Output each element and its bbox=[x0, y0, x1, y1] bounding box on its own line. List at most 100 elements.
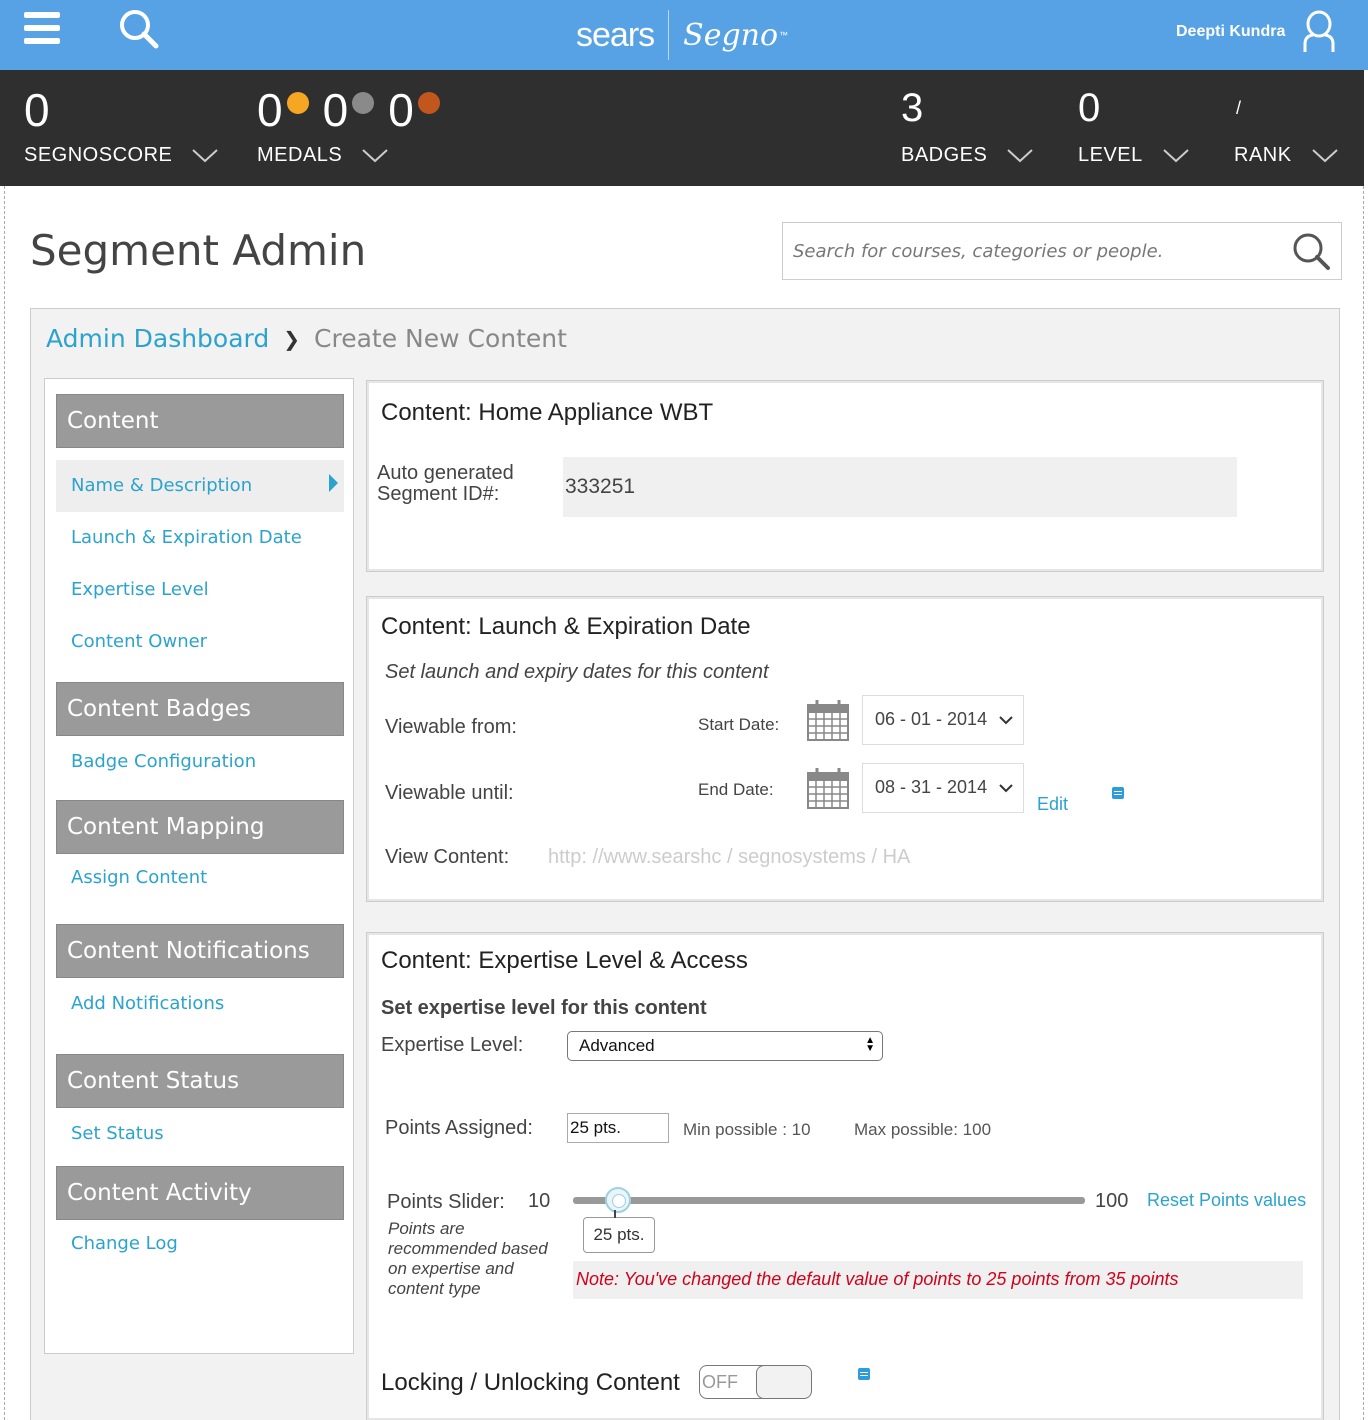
slider-help-text: Points are recommended based on expertis… bbox=[388, 1219, 548, 1299]
search-icon[interactable] bbox=[1291, 231, 1331, 271]
chevron-down-icon bbox=[999, 784, 1013, 793]
search-input[interactable] bbox=[793, 235, 1283, 267]
points-change-note: Note: You've changed the default value o… bbox=[573, 1261, 1303, 1299]
points-assigned-input[interactable] bbox=[567, 1113, 669, 1143]
end-date-label: End Date: bbox=[698, 780, 774, 799]
viewable-from-label: Viewable from: bbox=[385, 716, 517, 738]
comment-icon[interactable] bbox=[1112, 787, 1124, 799]
user-profile-icon[interactable] bbox=[1302, 10, 1336, 54]
segnoscore-value: 0 bbox=[24, 84, 50, 136]
comment-icon[interactable] bbox=[858, 1368, 870, 1380]
calendar-icon[interactable] bbox=[807, 767, 849, 809]
slider-min-value: 10 bbox=[528, 1190, 551, 1212]
sidebar-item-expertise-level[interactable]: Expertise Level bbox=[56, 564, 344, 616]
locking-toggle[interactable]: OFF bbox=[699, 1365, 812, 1399]
gold-medal-icon bbox=[286, 92, 309, 114]
breadcrumb-current: Create New Content bbox=[314, 324, 567, 353]
top-navigation-bar: sears Segno ™ Deepti Kundra bbox=[0, 0, 1368, 70]
segment-id-value: 333251 bbox=[563, 457, 1237, 517]
start-date-value: 06 - 01 - 2014 bbox=[875, 709, 988, 729]
card-title: Content: Home Appliance WBT bbox=[381, 399, 714, 426]
breadcrumb-admin-dashboard[interactable]: Admin Dashboard bbox=[46, 324, 269, 353]
chevron-down-icon bbox=[362, 148, 388, 162]
segnoscore-label: SEGNOSCORE bbox=[24, 144, 173, 166]
end-date-value: 08 - 31 - 2014 bbox=[875, 777, 988, 797]
slider-help-line: Points are bbox=[388, 1219, 465, 1238]
sidebar-section-content-status: Content Status bbox=[56, 1054, 344, 1108]
page-title: Segment Admin bbox=[30, 226, 367, 275]
sidebar-item-assign-content[interactable]: Assign Content bbox=[56, 852, 344, 904]
dates-subtitle: Set launch and expiry dates for this con… bbox=[385, 661, 769, 683]
card-name-description: Content: Home Appliance WBT Auto generat… bbox=[366, 380, 1324, 572]
sidebar-section-content-mapping: Content Mapping bbox=[56, 800, 344, 854]
slider-help-line: content type bbox=[388, 1279, 481, 1298]
breadcrumb: Admin Dashboard ❯ Create New Content bbox=[46, 324, 567, 353]
breadcrumb-separator: ❯ bbox=[283, 326, 301, 351]
card-expertise-access: Content: Expertise Level & Access Set ex… bbox=[366, 932, 1324, 1420]
view-content-label: View Content: bbox=[385, 846, 510, 868]
sidebar-item-label: Name & Description bbox=[71, 475, 253, 496]
sidebar-item-content-owner[interactable]: Content Owner bbox=[56, 616, 344, 668]
stat-rank[interactable]: / RANK bbox=[1234, 80, 1338, 167]
viewable-until-label: Viewable until: bbox=[385, 782, 514, 804]
badges-value: 3 bbox=[901, 86, 924, 130]
card-title: Content: Launch & Expiration Date bbox=[381, 613, 751, 640]
stat-level[interactable]: 0 LEVEL bbox=[1078, 80, 1189, 167]
stat-medals[interactable]: 0 0 0 MEDALS bbox=[257, 82, 454, 167]
medals-label: MEDALS bbox=[257, 144, 343, 166]
view-content-url[interactable]: http: //www.searshc / segnosystems / HA bbox=[548, 846, 910, 869]
points-slider-track[interactable] bbox=[573, 1197, 1085, 1204]
chevron-down-icon bbox=[999, 716, 1013, 725]
chevron-down-icon bbox=[1163, 148, 1189, 162]
menu-icon[interactable] bbox=[24, 12, 60, 46]
locking-label: Locking / Unlocking Content bbox=[381, 1369, 680, 1396]
sidebar-section-content: Content bbox=[56, 394, 344, 448]
expertise-level-label: Expertise Level: bbox=[381, 1034, 524, 1056]
sidebar-item-change-log[interactable]: Change Log bbox=[56, 1218, 344, 1270]
user-name[interactable]: Deepti Kundra bbox=[1176, 23, 1285, 41]
toggle-knob bbox=[756, 1365, 812, 1399]
search-icon[interactable] bbox=[118, 8, 160, 50]
sidebar-item-launch-expiration[interactable]: Launch & Expiration Date bbox=[56, 512, 344, 564]
start-date-select[interactable]: 06 - 01 - 2014 bbox=[862, 695, 1024, 745]
caret-right-icon bbox=[329, 474, 338, 492]
sidebar-item-set-status[interactable]: Set Status bbox=[56, 1108, 344, 1160]
expertise-level-select[interactable]: Advanced ▲ ▼ bbox=[567, 1031, 883, 1061]
silver-medal-icon bbox=[352, 92, 375, 114]
chevron-down-icon bbox=[192, 148, 219, 162]
page-border-right bbox=[1363, 186, 1364, 1420]
search-box bbox=[782, 222, 1342, 280]
select-arrows-icon: ▲ ▼ bbox=[865, 1035, 875, 1054]
brand-sears: sears bbox=[576, 15, 655, 54]
max-possible-text: Max possible: 100 bbox=[854, 1120, 992, 1139]
sidebar-item-name-description[interactable]: Name & Description bbox=[56, 460, 344, 512]
segment-id-label-line1: Auto generated bbox=[377, 462, 514, 484]
expertise-subtitle: Set expertise level for this content bbox=[381, 997, 707, 1019]
bronze-medal-icon bbox=[417, 92, 440, 114]
edit-dates-link[interactable]: Edit bbox=[1037, 794, 1068, 815]
stat-badges[interactable]: 3 BADGES bbox=[901, 80, 1034, 167]
brand-segno: Segno bbox=[683, 17, 779, 53]
slider-help-line: recommended based bbox=[388, 1239, 548, 1258]
points-assigned-label: Points Assigned: bbox=[385, 1117, 533, 1139]
rank-label: RANK bbox=[1234, 144, 1292, 166]
chevron-down-icon bbox=[1007, 148, 1034, 162]
brand-trademark: ™ bbox=[779, 30, 789, 40]
card-launch-expiration: Content: Launch & Expiration Date Set la… bbox=[366, 596, 1324, 902]
sidebar-item-add-notifications[interactable]: Add Notifications bbox=[56, 978, 344, 1030]
rank-value: / bbox=[1236, 98, 1242, 118]
segment-id-label: Auto generated Segment ID#: bbox=[377, 463, 514, 505]
sidebar-section-content-notifications: Content Notifications bbox=[56, 924, 344, 978]
reset-points-link[interactable]: Reset Points values bbox=[1147, 1190, 1306, 1211]
end-date-select[interactable]: 08 - 31 - 2014 bbox=[862, 763, 1024, 813]
calendar-icon[interactable] bbox=[807, 699, 849, 741]
sidebar-item-badge-configuration[interactable]: Badge Configuration bbox=[56, 736, 344, 788]
points-slider-label: Points Slider: bbox=[387, 1191, 505, 1213]
slider-value-tooltip: 25 pts. bbox=[583, 1210, 655, 1253]
points-slider-handle[interactable] bbox=[605, 1187, 631, 1213]
gold-medal-count: 0 bbox=[257, 84, 283, 136]
segment-id-label-line2: Segment ID#: bbox=[377, 483, 500, 505]
silver-medal-count: 0 bbox=[322, 84, 349, 136]
stat-segnoscore[interactable]: 0 SEGNOSCORE bbox=[24, 82, 219, 167]
start-date-label: Start Date: bbox=[698, 715, 780, 734]
